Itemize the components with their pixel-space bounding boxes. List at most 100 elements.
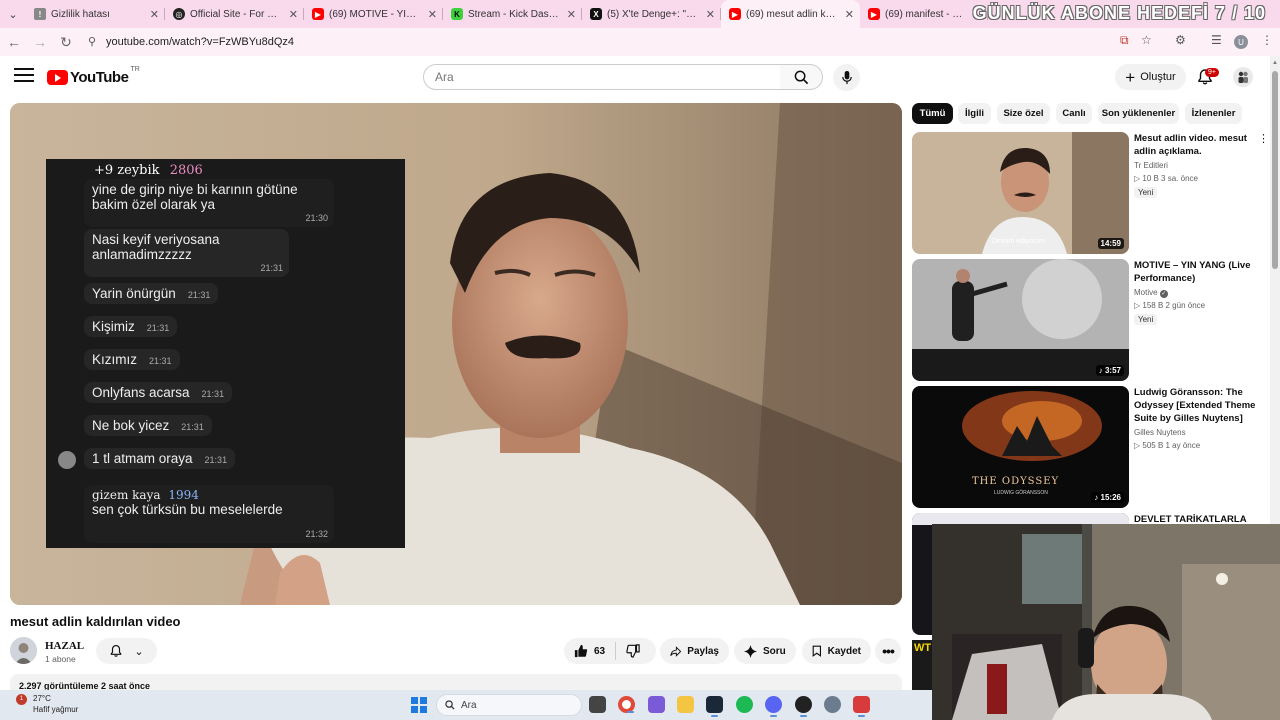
site-info-icon[interactable]: ⚲ (88, 35, 96, 48)
partial-thumbnail[interactable]: WT (912, 640, 932, 690)
file-explorer-icon[interactable] (677, 696, 694, 713)
browser-tab[interactable]: X (5) X'te Denge+: "Mesut A ✕ (582, 0, 721, 28)
like-dislike-group: 63 (564, 638, 656, 664)
stream-goal-overlay: GÜNLÜK ABONE HEDEFİ 7 / 10 (972, 3, 1266, 23)
extensions-icon[interactable]: ⚙ (1175, 33, 1186, 47)
tab-search-chevron-icon[interactable]: ⌄ (0, 0, 26, 28)
thumbs-up-icon (574, 644, 588, 658)
spotify-icon[interactable] (736, 696, 753, 713)
bookmark-icon (812, 645, 821, 657)
channel-avatar[interactable] (10, 637, 37, 664)
taskbar-search-input[interactable]: Ara (436, 694, 582, 716)
voice-search-button[interactable] (833, 64, 860, 91)
close-icon[interactable]: ✕ (845, 8, 854, 21)
video-title: mesut adlin kaldırılan video (10, 614, 181, 629)
close-icon[interactable]: ✕ (567, 8, 576, 21)
recommendation-meta: ▷ 10 B 3 sa. önce (1134, 174, 1198, 183)
reload-icon[interactable]: ↻ (54, 30, 78, 54)
create-button[interactable]: + Oluştur (1115, 64, 1186, 90)
recommendation-channel[interactable]: Motive ✓ (1134, 288, 1168, 298)
close-icon[interactable]: ✕ (289, 8, 298, 21)
chip-related[interactable]: İlgili (958, 103, 991, 124)
back-arrow-icon[interactable]: ← (2, 30, 26, 54)
thumbs-down-icon[interactable] (626, 644, 640, 658)
search-placeholder: Ara (435, 70, 454, 84)
chip-for-you[interactable]: Size özel (997, 103, 1050, 124)
chat-message: Nasi keyif veriyosana anlamadimzzzzz 21:… (84, 229, 289, 277)
recommendation-item[interactable]: Devam ediyorum 14:59 Mesut adlin video. … (912, 132, 1269, 254)
more-vertical-icon[interactable]: ⋮ (1258, 132, 1269, 145)
close-icon[interactable]: ✕ (428, 8, 437, 21)
weather-widget[interactable]: 1 27°C Hafif yağmur (16, 693, 78, 715)
recommendation-channel[interactable]: Gilles Nuytens (1134, 428, 1186, 437)
settings-icon[interactable] (824, 696, 841, 713)
recommendation-title[interactable]: MOTIVE – YIN YANG (Live Performance) (1134, 259, 1264, 285)
chevron-down-icon: ⌄ (134, 645, 144, 658)
more-actions-button[interactable]: ••• (875, 638, 901, 664)
chrome-icon[interactable] (618, 696, 635, 713)
search-button[interactable] (780, 64, 823, 90)
thumbnail-caption: Devam ediyorum (992, 238, 1045, 245)
youtube-play-icon (47, 70, 68, 85)
weather-alert-icon: 1 (16, 694, 27, 705)
youtube-icon: ▶ (729, 8, 741, 20)
close-icon[interactable]: ✕ (150, 8, 159, 21)
obs-icon[interactable] (795, 696, 812, 717)
channel-name[interactable]: HAZAL (45, 640, 84, 652)
youtube-icon: ▶ (868, 8, 880, 20)
scroll-up-arrow-icon[interactable]: ▲ (1272, 60, 1278, 66)
browser-profile-avatar[interactable]: U (1234, 35, 1248, 49)
save-button[interactable]: Kaydet (802, 638, 871, 664)
browser-tab[interactable]: ! Gizlilik hatası ✕ (26, 0, 165, 28)
windows-start-icon[interactable] (411, 697, 427, 713)
chip-all[interactable]: Tümü (912, 103, 953, 124)
microphone-icon (841, 70, 852, 85)
notification-count-badge: 9+ (1205, 68, 1219, 77)
temperature: 27°C (33, 694, 51, 703)
youtube-logo[interactable]: YouTube TR (47, 66, 140, 86)
chat-message: Ne bok yicez 21:31 (84, 415, 212, 436)
chip-watched[interactable]: İzlenenler (1185, 103, 1242, 124)
browser-tab[interactable]: ▶ (69) MOTIVE - YIN YANG ✕ (304, 0, 443, 28)
search-input[interactable]: Ara (423, 64, 781, 90)
video-thumbnail[interactable]: THE ODYSSEY LUDWIG GÖRANSSON ♪ 15:26 (912, 386, 1129, 508)
browser-tab[interactable]: ◎ Official Site - For Glory | S ✕ (165, 0, 304, 28)
kebab-menu-icon[interactable]: ⋮ (1261, 33, 1273, 47)
subscribed-notifications-button[interactable]: ⌄ (96, 638, 157, 664)
browser-tab-active[interactable]: ▶ (69) mesut adlin kaldırılan ✕ (721, 0, 860, 28)
description-box[interactable]: 2.297 görüntüleme 2 saat önce (10, 674, 902, 690)
steam-icon[interactable] (706, 696, 723, 717)
chat-message: 1 tl atmam oraya 21:31 (84, 448, 236, 469)
browser-tab[interactable]: K Stream - Kick Dashboard ✕ (443, 0, 582, 28)
share-button[interactable]: Paylaş (660, 638, 729, 664)
address-bar[interactable]: ⚲ youtube.com/watch?v=FzWBYu8dQz4 (84, 31, 1254, 53)
forward-arrow-icon[interactable]: → (28, 30, 52, 54)
warning-icon: ! (34, 8, 46, 20)
video-player[interactable]: +9 zeybik 2806 yine de girip niye bi kar… (10, 103, 902, 605)
sparkle-icon (744, 644, 757, 658)
reading-list-icon[interactable]: ☰ (1211, 33, 1222, 47)
streaming-app-icon[interactable] (853, 696, 870, 717)
task-view-icon[interactable] (589, 696, 606, 713)
video-thumbnail[interactable]: Devam ediyorum 14:59 (912, 132, 1129, 254)
browser-tab[interactable]: ▶ (69) manifest - Sunny Hil (860, 0, 988, 28)
recommendation-channel[interactable]: Tr Editleri (1134, 161, 1168, 170)
scrollbar-thumb[interactable] (1272, 71, 1278, 269)
discord-icon[interactable] (765, 696, 782, 717)
chip-recently-uploaded[interactable]: Son yüklenenler (1098, 103, 1179, 124)
bookmark-star-icon[interactable]: ☆ (1141, 33, 1152, 47)
copilot-icon[interactable] (648, 696, 665, 713)
recommendation-meta: ▷ 505 B 1 ay önce (1134, 441, 1201, 450)
video-thumbnail[interactable]: ♪ 3:57 (912, 259, 1129, 381)
ask-ai-button[interactable]: Soru (734, 638, 796, 664)
recommendation-title[interactable]: Mesut adlin video. mesut adlin açıklama. (1134, 132, 1264, 158)
recommendation-item[interactable]: ♪ 3:57 MOTIVE – YIN YANG (Live Performan… (912, 259, 1267, 381)
recommendation-item[interactable]: THE ODYSSEY LUDWIG GÖRANSSON ♪ 15:26 Lud… (912, 386, 1267, 508)
like-button[interactable]: 63 (574, 644, 605, 658)
chip-live[interactable]: Canlı (1056, 103, 1092, 124)
close-icon[interactable]: ✕ (706, 8, 715, 21)
cast-icon[interactable]: ⧉ (1120, 33, 1129, 48)
account-avatar[interactable] (1233, 67, 1253, 87)
recommendation-title[interactable]: Ludwig Göransson: The Odyssey [Extended … (1134, 386, 1264, 425)
hamburger-menu-icon[interactable] (14, 68, 34, 84)
